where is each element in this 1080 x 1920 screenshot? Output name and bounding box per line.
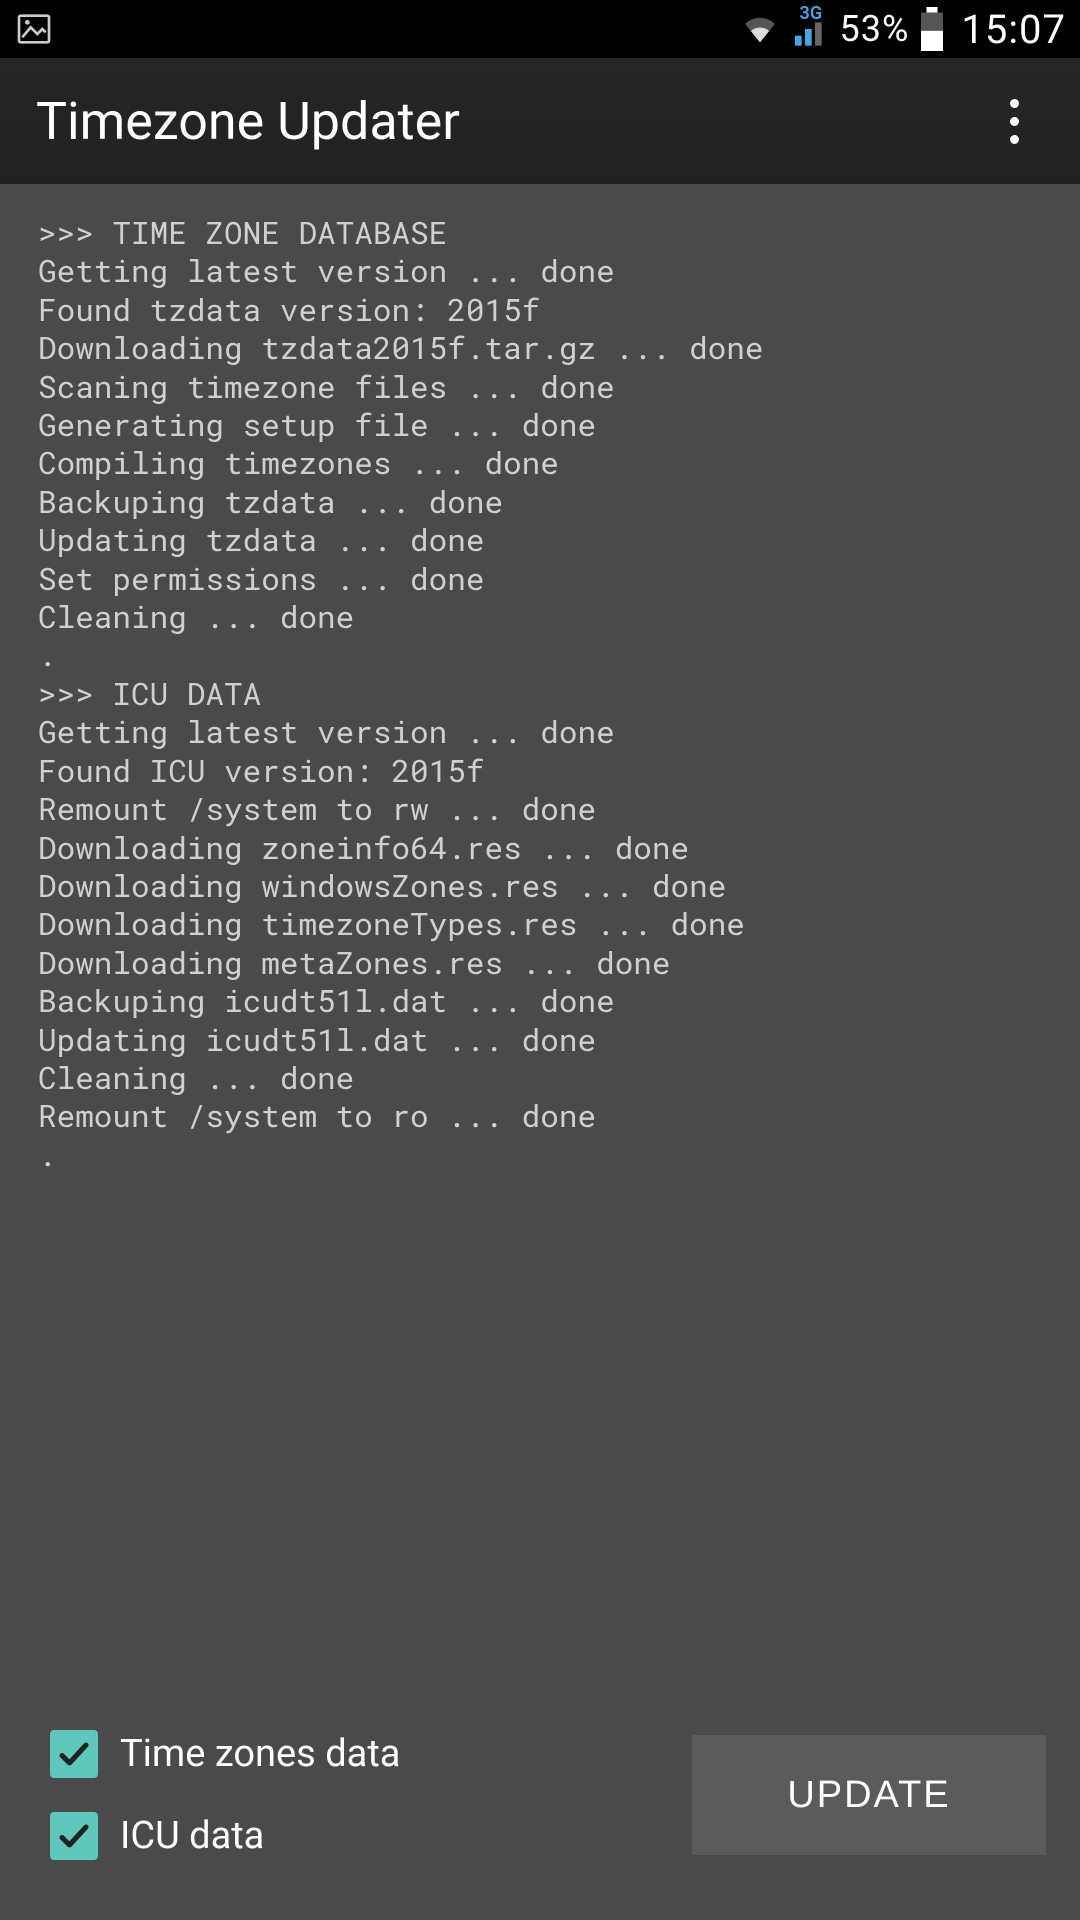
update-button[interactable]: UPDATE: [692, 1735, 1046, 1855]
image-notification-icon: [14, 9, 54, 49]
checkbox-box-icon: [50, 1730, 98, 1778]
battery-percent-label: 53%: [840, 8, 910, 50]
status-bar: 3G 53% 15:07: [0, 0, 1080, 58]
network-type-label: 3G: [800, 3, 823, 24]
log-text: >>> TIME ZONE DATABASE Getting latest ve…: [38, 214, 1042, 1174]
app-bar: Timezone Updater: [0, 58, 1080, 184]
clock-label: 15:07: [961, 6, 1066, 53]
battery-icon: [919, 7, 945, 51]
wifi-icon: [740, 9, 780, 49]
checkbox-box-icon: [50, 1812, 98, 1860]
bottom-controls: Time zones data ICU data UPDATE: [0, 1700, 1080, 1920]
overflow-dot-icon: [1010, 117, 1019, 126]
update-button-label: UPDATE: [787, 1774, 950, 1817]
log-output[interactable]: >>> TIME ZONE DATABASE Getting latest ve…: [0, 184, 1080, 1700]
overflow-dot-icon: [1010, 135, 1019, 144]
content-area: >>> TIME ZONE DATABASE Getting latest ve…: [0, 184, 1080, 1920]
checkbox-timezones[interactable]: Time zones data: [50, 1730, 400, 1778]
checkbox-timezones-label: Time zones data: [120, 1732, 400, 1776]
cellular-signal-icon: 3G: [790, 9, 830, 49]
overflow-dot-icon: [1010, 99, 1019, 108]
overflow-menu-button[interactable]: [984, 91, 1044, 151]
app-title: Timezone Updater: [36, 91, 460, 152]
checkbox-icu[interactable]: ICU data: [50, 1812, 400, 1860]
checkbox-icu-label: ICU data: [120, 1814, 264, 1858]
